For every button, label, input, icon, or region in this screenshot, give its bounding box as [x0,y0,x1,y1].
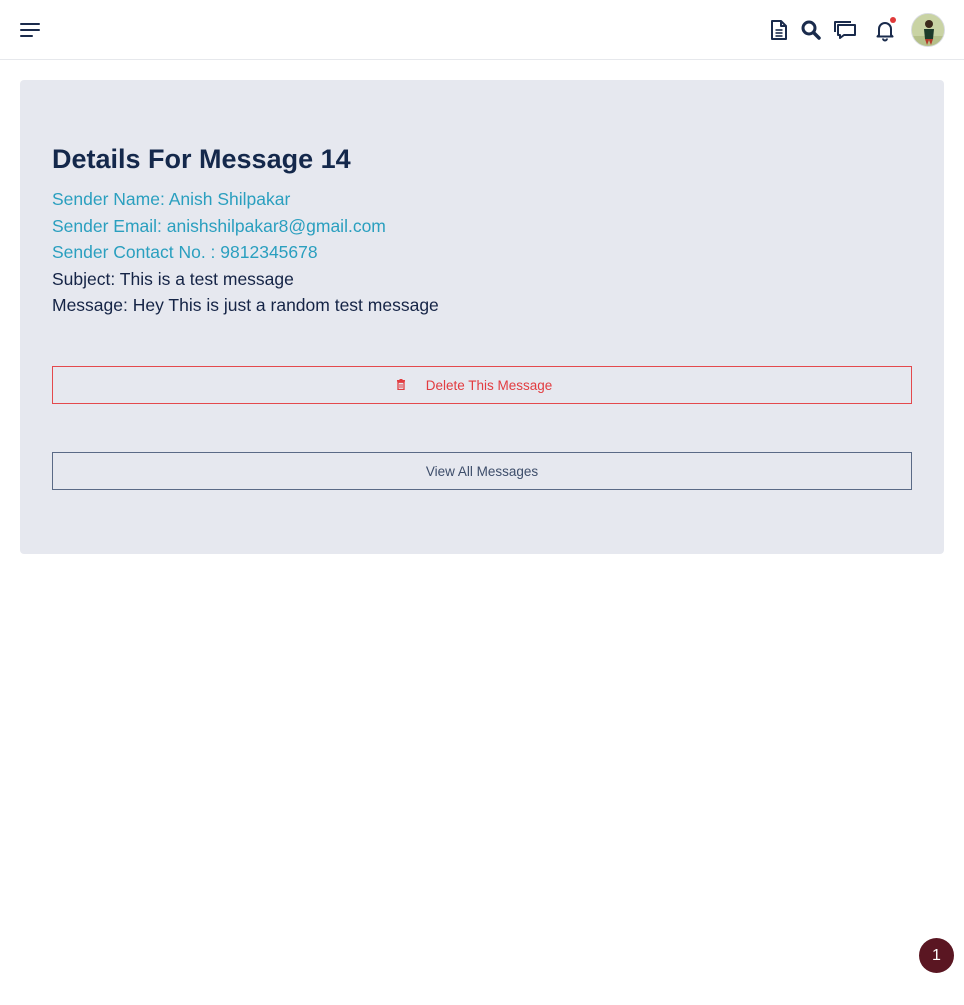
sender-email: Sender Email: anishshilpakar8@gmail.com [52,216,386,236]
page-title: Details For Message 14 [52,144,351,174]
search-icon[interactable] [799,18,825,42]
chat-icon[interactable] [833,18,859,42]
trash-icon [396,378,406,393]
message-body: Message: Hey This is just a random test … [52,295,439,315]
delete-message-button[interactable]: Delete This Message [52,366,912,404]
notification-dot [890,17,896,23]
floating-badge[interactable]: 1 [919,938,954,973]
view-all-button-label: View All Messages [425,463,539,479]
hamburger-menu-icon[interactable] [20,22,40,38]
delete-button-label: Delete This Message [425,377,553,393]
document-icon[interactable] [768,18,794,42]
sender-name: Sender Name: Anish Shilpakar [52,189,291,209]
user-avatar[interactable] [911,13,945,47]
top-navbar [0,0,964,60]
floating-badge-value: 1 [932,946,941,964]
sender-contact: Sender Contact No. : 9812345678 [52,242,318,262]
view-all-messages-button[interactable]: View All Messages [52,452,912,490]
message-details-card: Details For Message 14 Sender Name: Anis… [20,80,944,554]
bell-icon[interactable] [873,17,899,42]
message-subject: Subject: This is a test message [52,269,294,289]
